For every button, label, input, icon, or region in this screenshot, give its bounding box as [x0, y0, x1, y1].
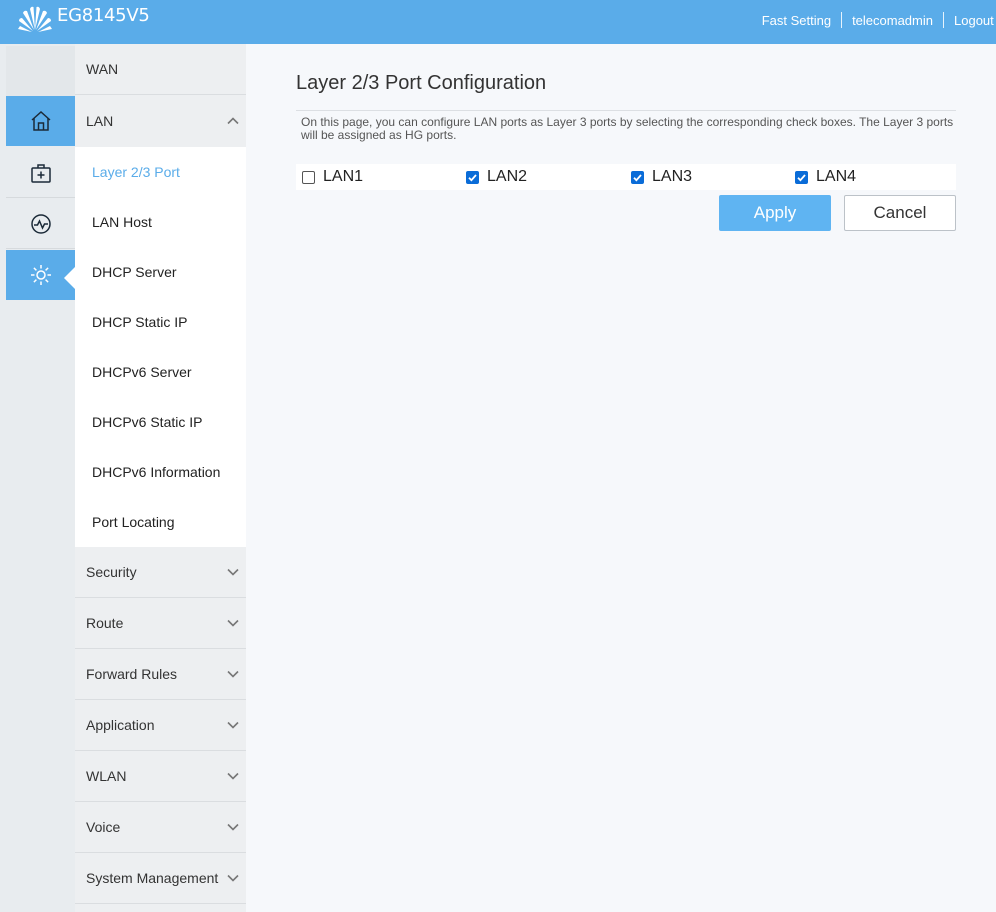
rail-spacer — [6, 46, 75, 96]
submenu-layer23-port[interactable]: Layer 2/3 Port — [75, 147, 246, 197]
submenu-dhcpv6-static-ip[interactable]: DHCPv6 Static IP — [75, 397, 246, 447]
main-content: Layer 2/3 Port Configuration On this pag… — [246, 44, 996, 912]
chevron-down-icon — [227, 670, 239, 678]
chevron-down-icon — [227, 823, 239, 831]
menu-label: Forward Rules — [86, 666, 178, 682]
chevron-down-icon — [227, 568, 239, 576]
port-label: LAN4 — [816, 168, 857, 185]
port-lan4[interactable]: LAN4 — [795, 164, 856, 190]
menu-label: LAN — [86, 112, 114, 129]
chevron-down-icon — [227, 874, 239, 882]
lan-submenu: Layer 2/3 Port LAN Host DHCP Server DHCP… — [75, 147, 246, 547]
nav-separator — [841, 12, 843, 28]
submenu-port-locating[interactable]: Port Locating — [75, 497, 246, 547]
menu-label: Security — [86, 564, 137, 580]
checkbox-checked[interactable] — [631, 170, 644, 184]
rail-advanced[interactable] — [6, 250, 75, 300]
menu-system-management[interactable]: System Management — [75, 853, 246, 904]
apply-button[interactable]: Apply — [719, 195, 831, 231]
submenu-dhcpv6-server[interactable]: DHCPv6 Server — [75, 347, 246, 397]
cancel-button[interactable]: Cancel — [844, 195, 956, 231]
checkmark-icon — [797, 173, 806, 182]
menu-security[interactable]: Security — [75, 547, 246, 598]
medical-box-icon — [30, 163, 51, 183]
rail-maintenance[interactable] — [6, 148, 75, 198]
top-nav: Fast Setting telecomadmin Logout — [752, 12, 996, 28]
submenu-dhcp-static-ip[interactable]: DHCP Static IP — [75, 297, 246, 347]
submenu-lan-host[interactable]: LAN Host — [75, 197, 246, 247]
logout-link[interactable]: Logout — [944, 13, 996, 28]
device-model: EG8145V5 — [57, 4, 150, 26]
diagnosis-icon — [30, 213, 51, 234]
port-lan2[interactable]: LAN2 — [466, 164, 527, 190]
page-title: Layer 2/3 Port Configuration — [296, 72, 547, 94]
menu-voice[interactable]: Voice — [75, 802, 246, 853]
user-link[interactable]: telecomadmin — [842, 13, 943, 28]
checkbox-unchecked[interactable] — [302, 170, 315, 184]
home-icon — [31, 110, 50, 131]
menu-forward-rules[interactable]: Forward Rules — [75, 649, 246, 700]
menu-label: Voice — [86, 819, 121, 835]
nav-separator — [943, 12, 944, 28]
menu-wlan[interactable]: WLAN — [75, 751, 246, 802]
menu-label: Route — [86, 615, 124, 631]
chevron-down-icon — [227, 772, 239, 780]
port-lan3[interactable]: LAN3 — [631, 164, 692, 190]
huawei-logo-icon — [18, 6, 52, 32]
menu-label: WAN — [86, 61, 119, 77]
top-header: EG8145V5 Fast Setting telecomadmin Logou… — [0, 0, 996, 44]
side-menu: WAN LAN Layer 2/3 Port LAN Host DHCP Ser… — [75, 44, 246, 912]
checkbox-checked[interactable] — [466, 170, 479, 184]
icon-rail — [0, 44, 75, 912]
submenu-dhcpv6-information[interactable]: DHCPv6 Information — [75, 447, 246, 497]
menu-label: Application — [86, 717, 155, 733]
rail-home[interactable] — [6, 96, 75, 146]
active-notch — [64, 267, 75, 289]
menu-lan[interactable]: LAN — [75, 95, 246, 146]
page-description: On this page, you can configure LAN port… — [301, 115, 954, 142]
port-label: LAN1 — [323, 168, 364, 185]
chevron-down-icon — [227, 619, 239, 627]
settings-gear-icon — [30, 265, 51, 285]
checkmark-icon — [468, 173, 477, 182]
menu-label: System Management — [86, 870, 219, 886]
chevron-up-icon — [227, 116, 239, 124]
port-checkbox-row: LAN1 LAN2 LAN3 LAN4 — [296, 164, 956, 190]
menu-application[interactable]: Application — [75, 700, 246, 751]
rail-filler — [6, 300, 75, 912]
checkmark-icon — [633, 173, 642, 182]
checkbox-checked[interactable] — [795, 170, 808, 184]
port-label: LAN2 — [487, 168, 528, 185]
chevron-down-icon — [227, 721, 239, 729]
title-divider — [296, 110, 956, 111]
port-lan1[interactable]: LAN1 — [302, 164, 363, 190]
brand-logo: EG8145V5 — [16, 3, 150, 33]
menu-label: WLAN — [86, 768, 127, 784]
menu-route[interactable]: Route — [75, 598, 246, 649]
menu-wan[interactable]: WAN — [75, 44, 246, 95]
submenu-dhcp-server[interactable]: DHCP Server — [75, 247, 246, 297]
rail-diagnosis[interactable] — [6, 199, 75, 249]
port-label: LAN3 — [652, 168, 693, 185]
fast-setting-link[interactable]: Fast Setting — [752, 13, 841, 28]
